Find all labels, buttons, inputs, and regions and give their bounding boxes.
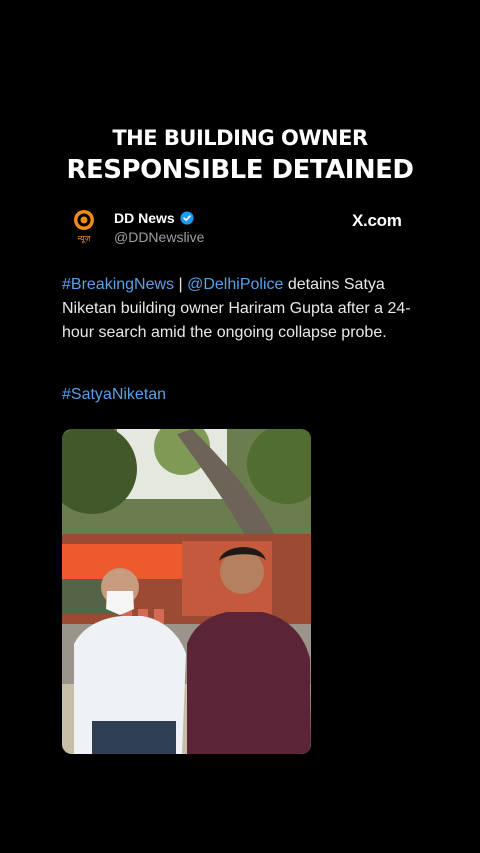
tweet-separator: | [174, 276, 188, 293]
dd-news-logo[interactable]: न्यूज़ [66, 208, 102, 244]
account-name[interactable]: DD News [114, 210, 194, 226]
source-label: X.com [352, 211, 402, 230]
hashtag-satyaniketan[interactable]: #SatyaNiketan [62, 386, 166, 404]
verified-badge-icon [180, 211, 194, 225]
news-photo[interactable] [62, 429, 311, 754]
account-handle[interactable]: @DDNewslive [114, 229, 204, 245]
headline-line-2: RESPONSIBLE DETAINED [66, 155, 414, 185]
tweet-text: #BreakingNews | @DelhiPolice detains Sat… [62, 273, 412, 345]
hashtag-breakingnews[interactable]: #BreakingNews [62, 276, 174, 293]
account-name-text: DD News [114, 210, 175, 226]
mention-delhipolice[interactable]: @DelhiPolice [187, 276, 283, 293]
logo-text: न्यूज़ [78, 234, 92, 244]
headline-line-1: THE BUILDING OWNER [112, 126, 368, 150]
